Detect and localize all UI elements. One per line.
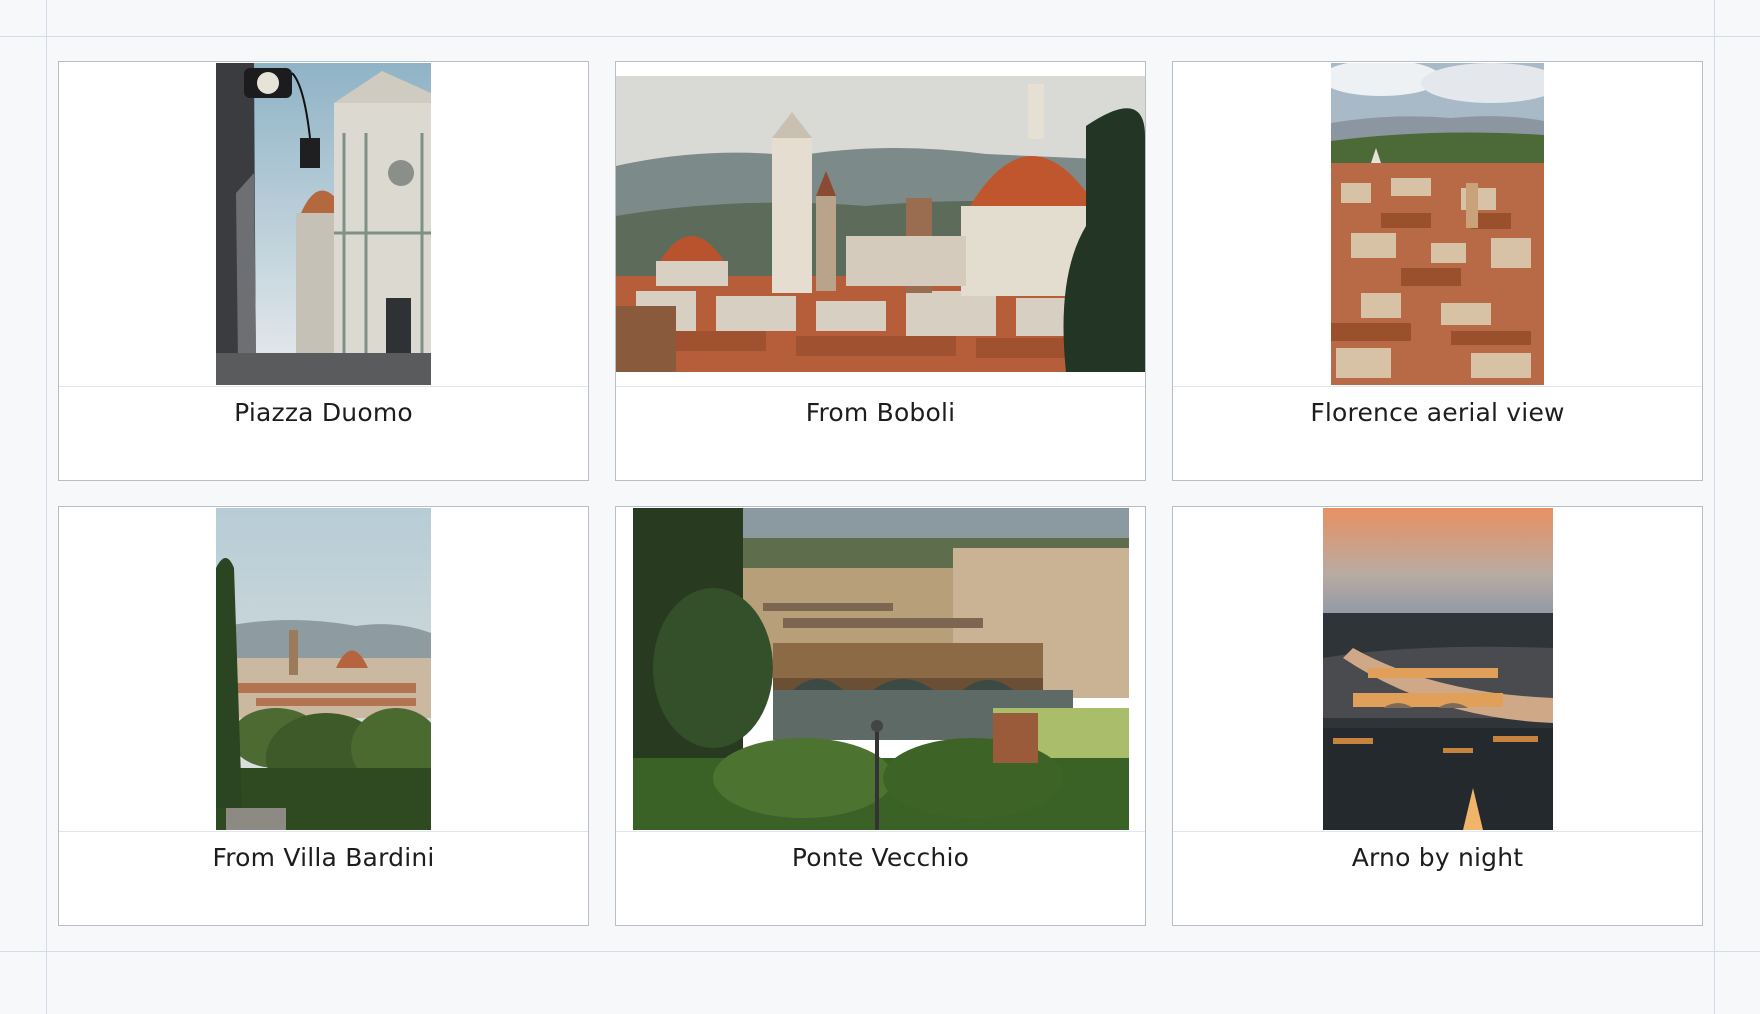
- photo-caption: Piazza Duomo: [234, 398, 413, 427]
- photo-caption: From Villa Bardini: [212, 843, 435, 872]
- ponte-vecchio-photo[interactable]: [632, 508, 1129, 830]
- photo-frame: [59, 507, 588, 832]
- photo-frame: [616, 62, 1145, 387]
- photo-frame: [616, 507, 1145, 832]
- gallery-card[interactable]: Arno by night: [1172, 506, 1703, 926]
- arno-dusk-photo[interactable]: [1322, 508, 1553, 830]
- gallery-card[interactable]: From Boboli: [615, 61, 1146, 481]
- duomo-facade-street-photo[interactable]: [216, 63, 431, 385]
- photo-frame: [1173, 62, 1702, 387]
- photo-caption: Arno by night: [1351, 843, 1524, 872]
- photo-caption: From Boboli: [805, 398, 956, 427]
- photo-caption: Ponte Vecchio: [791, 843, 970, 872]
- guide-line-bottom: [0, 951, 1760, 952]
- gallery-card[interactable]: Florence aerial view: [1172, 61, 1703, 481]
- gallery-card[interactable]: Ponte Vecchio: [615, 506, 1146, 926]
- villa-bardini-view-photo[interactable]: [216, 508, 431, 830]
- photo-gallery-grid: Piazza Duomo From Boboli Florence aerial…: [58, 61, 1703, 926]
- guide-line-top: [0, 36, 1760, 37]
- guide-line-left: [46, 0, 47, 1014]
- photo-caption: Florence aerial view: [1310, 398, 1565, 427]
- photo-frame: [1173, 507, 1702, 832]
- photo-frame: [59, 62, 588, 387]
- guide-line-right: [1714, 0, 1715, 1014]
- gallery-card[interactable]: From Villa Bardini: [58, 506, 589, 926]
- duomo-skyline-photo[interactable]: [616, 76, 1145, 372]
- gallery-card[interactable]: Piazza Duomo: [58, 61, 589, 481]
- aerial-rooftops-photo[interactable]: [1331, 63, 1544, 385]
